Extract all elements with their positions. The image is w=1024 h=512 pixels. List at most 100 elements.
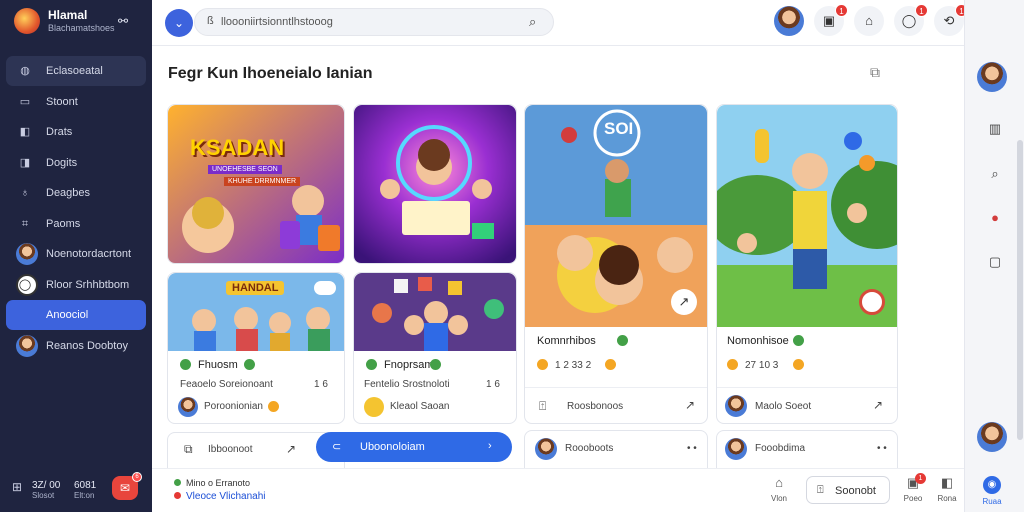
row-label[interactable]: Ibboonoot xyxy=(208,444,253,455)
top-bar: ⌄ ß ⌕ ▣ 1 ⌂ ◯ 1 xyxy=(152,0,1004,46)
brand[interactable]: Hlamal Blachamatshoes ⚯ xyxy=(12,6,148,38)
sidebar-item-digits[interactable]: ◨ Dogits xyxy=(6,148,146,178)
app-window: Hlamal Blachamatshoes ⚯ ◍ Eclasoeatal ▭ … xyxy=(0,0,1024,512)
bottom-nav-inbox[interactable]: ▣ Poeo 1 xyxy=(896,473,930,509)
avatar xyxy=(16,243,38,265)
primary-action-button[interactable]: ⊂ Uboonoloiam › xyxy=(316,432,512,462)
action-icon: ⊂ xyxy=(332,441,342,453)
card-author[interactable]: Poroonionian xyxy=(204,401,263,412)
card-thumbnail: HANDAL xyxy=(168,273,344,351)
sidebar-item-drafts[interactable]: ◧ Drats xyxy=(6,117,146,147)
content-card[interactable]: HANDAL Fhuosm Feaoelo Soreionoant 1 6 Po… xyxy=(167,272,345,424)
rail-avatar-bottom[interactable] xyxy=(977,422,1007,452)
bottom-nav-rooms[interactable]: ◧ Rona xyxy=(930,475,964,509)
copy-icon[interactable]: ⧉ xyxy=(184,442,193,457)
card-meta: 27 10 3 xyxy=(745,360,779,371)
bell-icon: ⌂ xyxy=(865,13,873,28)
menu-button[interactable]: ⌄ xyxy=(165,9,193,37)
mentions-button[interactable]: ⟲ 1 xyxy=(934,4,968,36)
status-link[interactable]: Vleoce Vlichanahi xyxy=(186,491,266,502)
scrollbar[interactable] xyxy=(1017,140,1023,440)
secondary-button[interactable]: ⍐ Soonobt xyxy=(806,476,890,504)
card-thumbnail xyxy=(717,105,897,327)
more-icon[interactable]: • • xyxy=(687,443,697,454)
row-label[interactable]: Roooboots xyxy=(565,443,613,454)
sidebar-item-active[interactable]: Anoociol xyxy=(6,300,146,330)
bottom-nav-label: Poeo xyxy=(903,494,923,503)
search-icon[interactable]: ⌕ xyxy=(529,14,536,30)
thumbnail-title: HANDAL xyxy=(226,281,285,295)
row-label[interactable]: Fooobdima xyxy=(755,443,805,454)
sidebar-item-contact-3[interactable]: Reanos Doobtoy xyxy=(6,331,146,361)
content-card[interactable]: KSADAN UNOEHESBE SEON KHUHE DRRMNMER xyxy=(167,104,345,264)
thumbnail-title: SOI xyxy=(604,119,634,138)
copy-icon[interactable]: ⧉ xyxy=(864,64,886,86)
divider xyxy=(717,387,897,388)
secondary-button-label: Soonobt xyxy=(835,485,876,497)
rooms-icon: ◧ xyxy=(940,475,954,490)
card-action-label[interactable]: Roosbonoos xyxy=(567,401,623,412)
chat-icon: ◯ xyxy=(901,13,917,28)
bottom-nav-label: Rona xyxy=(937,494,957,503)
card-thumbnail xyxy=(354,273,516,351)
card-title: Komnrhibos xyxy=(537,335,596,347)
verified-icon xyxy=(617,335,628,346)
share-icon[interactable]: ↗ xyxy=(873,398,883,412)
sidebar-item-rooms[interactable]: ⌗ Paoms xyxy=(6,209,146,239)
sidebar-item-label: Deagbes xyxy=(46,187,91,199)
live-dot-icon xyxy=(174,492,181,499)
sidebar-item-contact-2[interactable]: ◯ Rloor Srhhbtbom xyxy=(6,270,146,300)
square-icon[interactable]: ▢ xyxy=(983,250,1007,274)
sidebar-item-home[interactable]: ◍ Eclasoeatal xyxy=(6,56,146,86)
repost-icon[interactable]: ⍐ xyxy=(539,399,546,414)
record-icon[interactable]: ● xyxy=(983,206,1007,230)
bottom-nav-profile[interactable]: ◉ Ruaa xyxy=(975,474,1009,508)
stream-icon: ▭ xyxy=(19,95,31,108)
more-icon[interactable]: • • xyxy=(877,443,887,454)
right-rail: ▥ ⌕ ● ▢ ◉ Ruaa xyxy=(964,0,1024,512)
globe-icon: ♁ xyxy=(20,187,30,199)
divider xyxy=(525,387,707,388)
status-text: Mino o Erranoto xyxy=(186,478,251,488)
chat-button[interactable]: ◯ 1 xyxy=(894,4,928,36)
search-icon[interactable]: ⌕ xyxy=(983,162,1007,186)
bottom-nav-home[interactable]: ⌂ Vlon xyxy=(762,475,796,509)
sidebar-item-label: Drats xyxy=(46,126,73,138)
notifications-button[interactable]: ⌂ xyxy=(854,6,884,36)
action-row[interactable]: Roooboots • • xyxy=(524,430,708,468)
content-card[interactable]: SOI ↗ Komnrhibos 1 2 33 2 ⍐ Roosbonoos ↗ xyxy=(524,104,708,424)
search-bar: ß ⌕ xyxy=(194,8,554,36)
open-arrow-icon[interactable]: ↗ xyxy=(671,289,697,315)
library-icon[interactable]: ▥ xyxy=(983,117,1007,141)
share-icon[interactable]: ↗ xyxy=(286,442,296,456)
sidebar-item-badges[interactable]: ♁ Deagbes xyxy=(6,178,146,208)
card-action-label[interactable]: Maolo Soeot xyxy=(755,401,811,412)
sidebar-item-label: Anoociol xyxy=(46,309,89,321)
card-title: Nomonhisoe xyxy=(727,335,789,347)
tray-button[interactable]: ▣ 1 xyxy=(814,4,848,36)
status-line-secondary: Vleoce Vlichanahi xyxy=(174,491,266,502)
sidebar-item-stream[interactable]: ▭ Stoont xyxy=(6,87,146,117)
rail-avatar[interactable] xyxy=(977,62,1007,92)
switch-account-icon[interactable]: ⚯ xyxy=(118,14,128,28)
bottom-nav-label: Vlon xyxy=(770,494,787,503)
apps-grid-icon[interactable]: ⊞ xyxy=(12,480,22,494)
home-icon: ◍ xyxy=(20,65,30,77)
chat-badge: 1 xyxy=(915,4,928,17)
avatar xyxy=(178,397,198,417)
share-icon[interactable]: ↗ xyxy=(685,398,695,412)
content-card[interactable]: Nomonhisoe 27 10 3 Maolo Soeot ↗ xyxy=(716,104,898,424)
profile-avatar[interactable] xyxy=(774,6,804,36)
card-author[interactable]: Kleaol Saoan xyxy=(390,401,450,412)
thumbnail-title: KSADAN xyxy=(190,135,285,160)
card-meta: Fentelio Srostnoloti xyxy=(364,379,450,390)
content-card[interactable]: Fnoprsam Fentelio Srostnoloti 1 6 Kleaol… xyxy=(353,272,517,424)
sidebar-item-contact-1[interactable]: Noenotordacrtont xyxy=(6,239,146,269)
search-input[interactable] xyxy=(221,14,511,30)
verified-icon xyxy=(430,359,441,370)
content-card[interactable] xyxy=(353,104,517,264)
avatar xyxy=(725,438,747,460)
action-row[interactable]: Fooobdima • • xyxy=(716,430,898,468)
tray-badge: 1 xyxy=(835,4,848,17)
sidebar-item-label: Noenotordacrtont xyxy=(46,248,131,260)
